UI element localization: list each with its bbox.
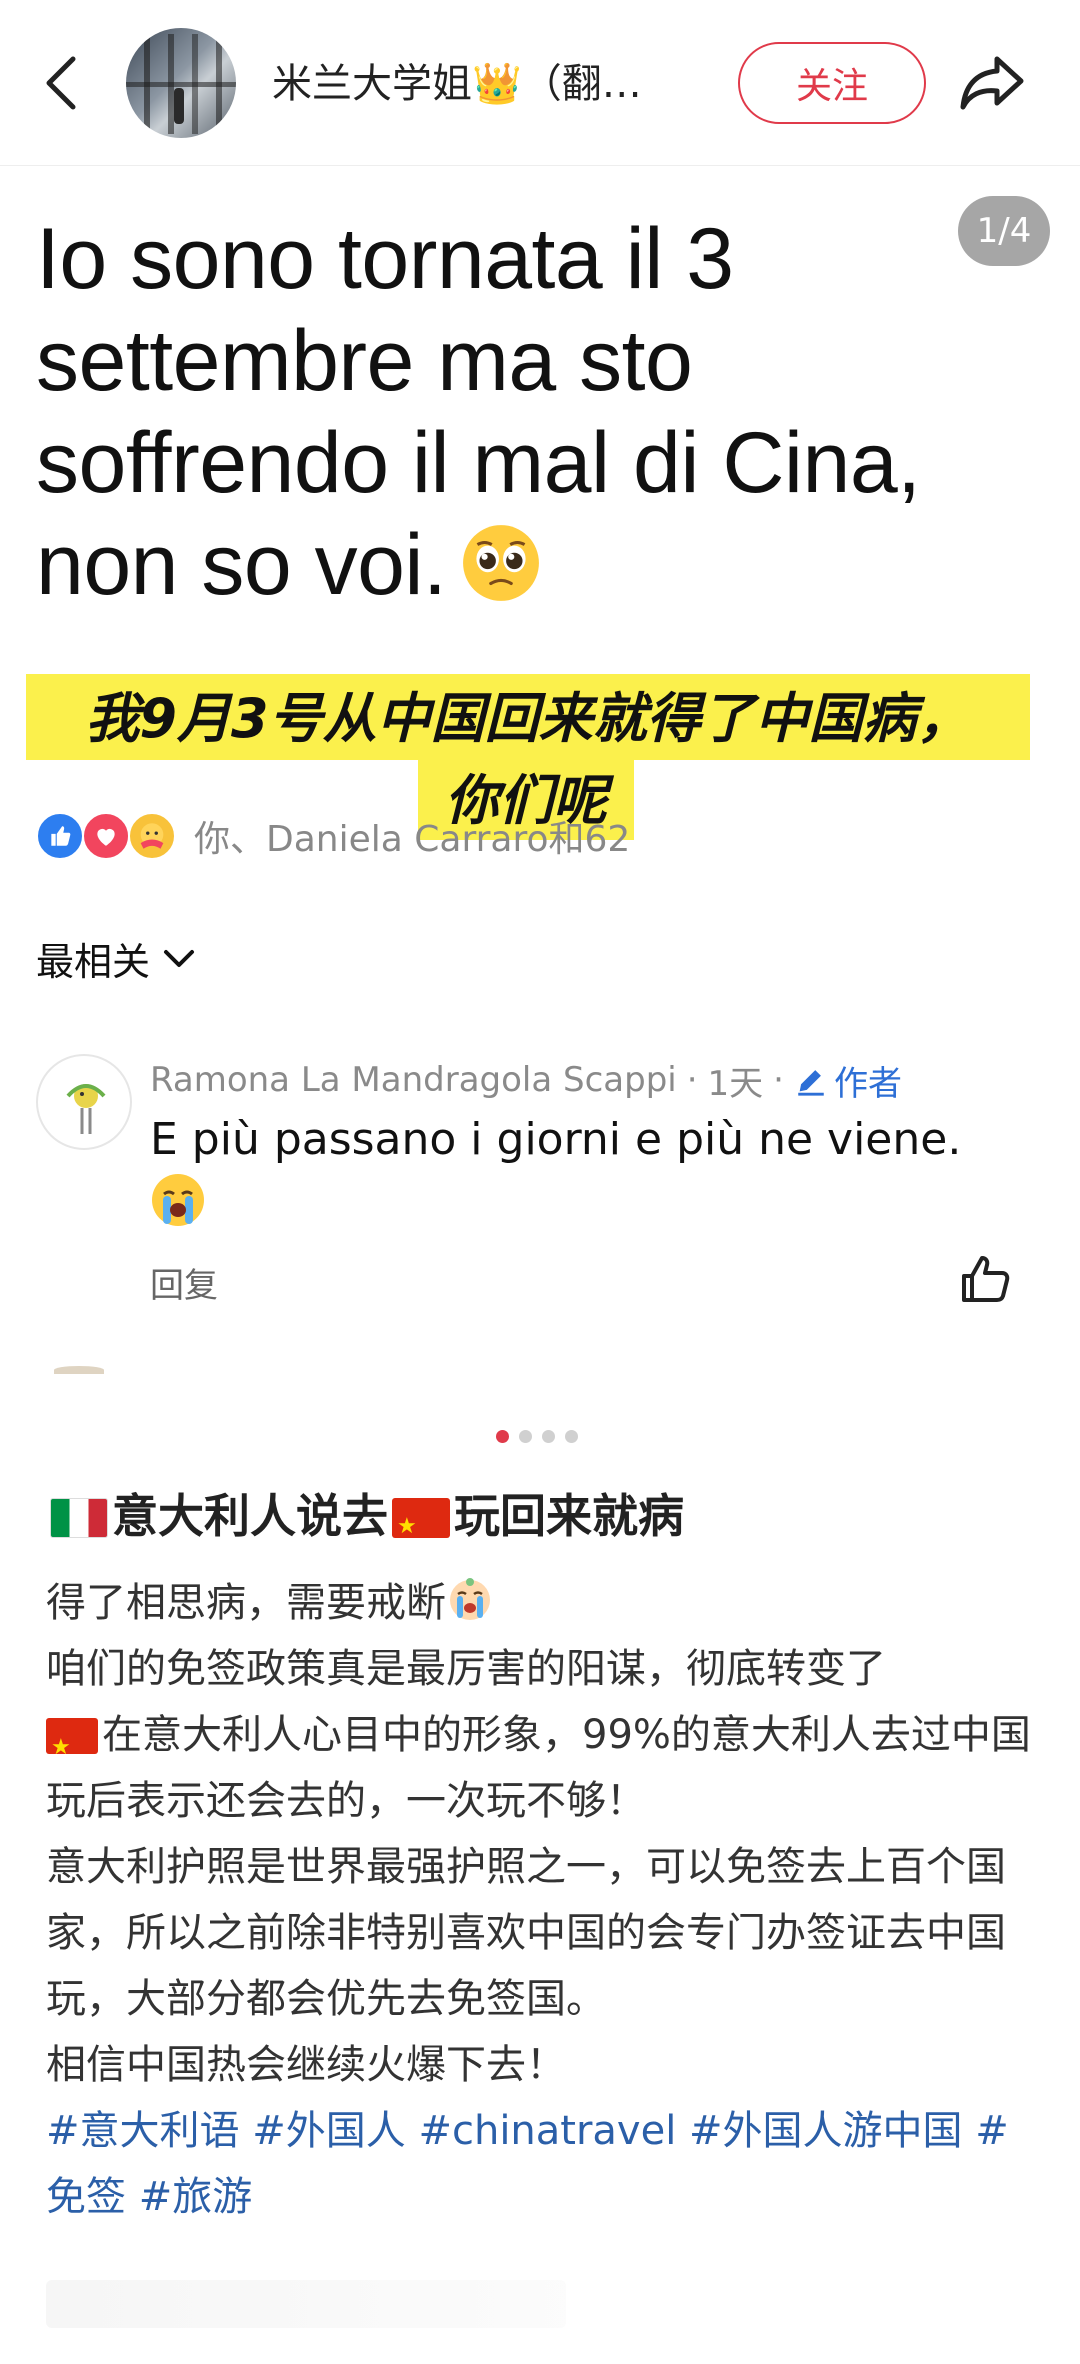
china-flag-icon — [46, 1718, 98, 1754]
comment-like-button[interactable] — [958, 1252, 1012, 1306]
note-line-4: 意大利护照是世界最强护照之一，可以免签去上百个国家，所以之前除非特别喜欢中国的会… — [46, 1844, 1006, 2022]
note-line-5: 相信中国热会继续火爆下去！ — [46, 2042, 566, 2088]
note-title: 意大利人说去 玩回来就病 — [46, 1484, 1046, 1548]
author-badge-label: 作者 — [833, 1063, 902, 1104]
author-avatar[interactable] — [126, 28, 236, 138]
pleading-face-icon — [463, 525, 540, 601]
carousel-dot-4[interactable] — [565, 1429, 578, 1443]
author-name[interactable]: 米兰大学姐👑（翻… — [272, 54, 692, 114]
crying-face-icon — [450, 1578, 490, 1620]
comment-body: E più passano i giorni e più ne viene. — [150, 1114, 962, 1165]
next-comment-avatar-edge — [54, 1366, 104, 1374]
note-title-part2: 玩回来就病 — [454, 1489, 684, 1543]
note-body: 得了相思病，需要戒断 咱们的免签政策真是最厉害的阳谋，彻底转变了 在意大利人心目… — [46, 1570, 1046, 2230]
comment-meta: Ramona La Mandragola Scappi · 1天 · 作者 — [150, 1054, 902, 1106]
carousel-dot-3[interactable] — [542, 1429, 555, 1443]
crying-face-icon — [152, 1174, 204, 1226]
note-line-3: 在意大利人心目中的形象，99%的意大利人去过中国玩后表示还会去的，一次玩不够！ — [46, 1712, 1031, 1824]
share-button[interactable] — [952, 48, 1032, 118]
commenter-avatar[interactable] — [36, 1054, 132, 1150]
sort-dropdown[interactable]: 最相关 — [36, 928, 198, 988]
thumbs-up-icon — [962, 1256, 1010, 1302]
italy-flag-icon — [50, 1498, 108, 1538]
note-hashtags[interactable]: #意大利语 #外国人 #chinatravel #外国人游中国 #免签 #旅游 — [46, 2098, 1046, 2230]
chevron-down-icon — [164, 950, 195, 967]
reactions-summary: 你、Daniela Carraro和62 — [194, 808, 630, 864]
care-reaction-icon — [128, 812, 176, 860]
carousel-dot-2[interactable] — [519, 1429, 532, 1443]
note-line-1: 得了相思病，需要戒断 — [46, 1580, 446, 1626]
author-badge: 作者 — [794, 1056, 902, 1105]
china-flag-icon — [392, 1498, 450, 1538]
image-page-counter: 1/4 — [958, 196, 1050, 266]
sort-label: 最相关 — [36, 939, 151, 984]
comment-author[interactable]: Ramona La Mandragola Scappi — [150, 1060, 677, 1100]
reactions-summary-text: 你、Daniela Carraro和62 — [194, 819, 631, 860]
note-line-2: 咱们的免签政策真是最厉害的阳谋，彻底转变了 — [46, 1646, 886, 1692]
carousel-dot-1[interactable] — [496, 1429, 509, 1443]
faded-footer-text — [46, 2280, 566, 2328]
pen-icon — [798, 1070, 824, 1096]
like-reaction-icon — [36, 812, 84, 860]
share-icon — [960, 56, 1024, 110]
reply-button[interactable]: 回复 — [150, 1258, 218, 1307]
post-image-caption: Io sono tornata il 3 settembre ma sto so… — [36, 208, 1036, 616]
top-bar: 米兰大学姐👑（翻… 关注 — [0, 0, 1080, 166]
heart-reaction-icon — [82, 812, 130, 860]
carousel-indicator — [496, 1428, 588, 1444]
back-arrow-icon — [46, 56, 76, 110]
note-title-part1: 意大利人说去 — [112, 1489, 388, 1543]
reactions-row — [36, 808, 176, 864]
comment-time: 1天 — [707, 1063, 764, 1104]
back-button[interactable] — [36, 45, 86, 121]
follow-button[interactable]: 关注 — [738, 42, 926, 124]
highlight-text-line1: 我9月3号从中国回来就得了中国病， — [85, 687, 971, 750]
